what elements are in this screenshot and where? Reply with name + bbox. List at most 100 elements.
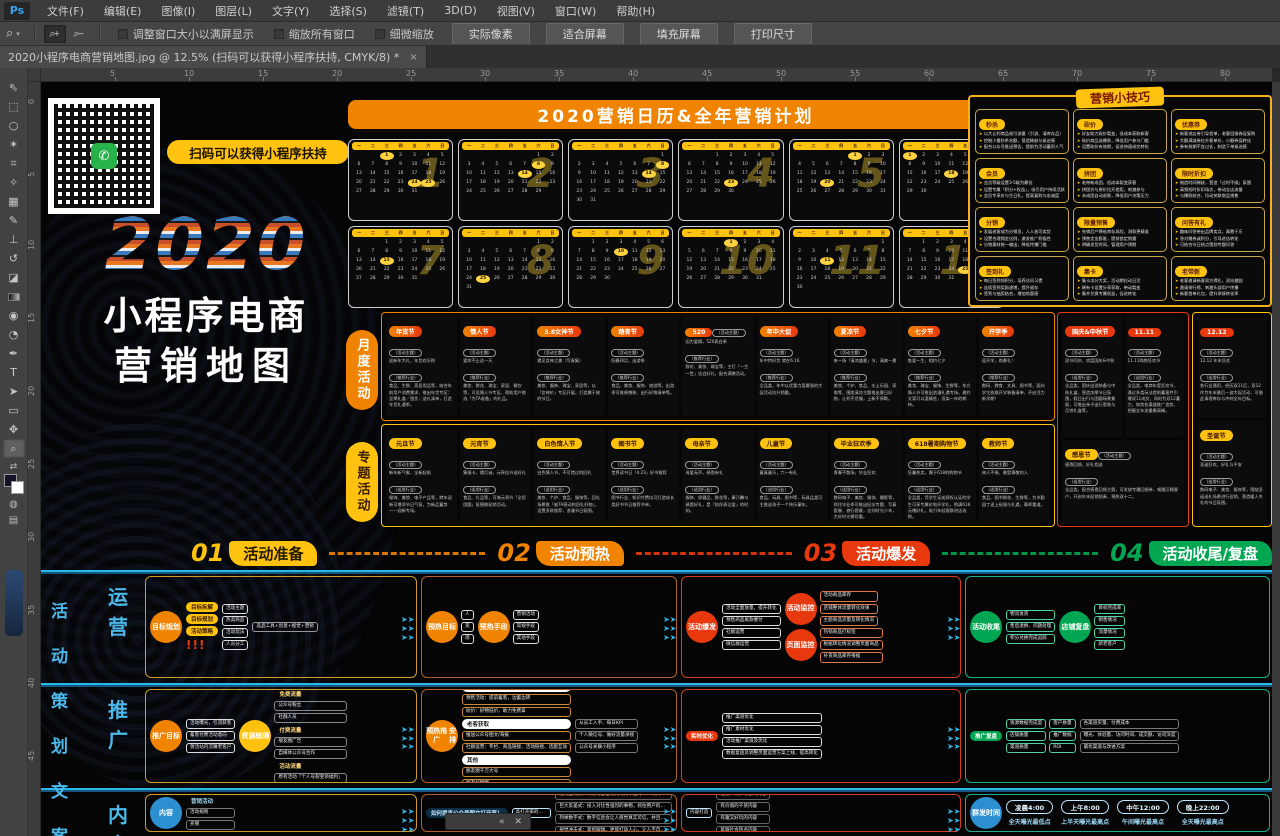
marquee-tool[interactable]: ⬚ <box>3 97 25 116</box>
operations-row: 运营目标规划目标拆解目标规划活动策略!!!活动主题热卖商品活动玩法人员分工选品工… <box>101 572 1272 682</box>
day-cell: 7 <box>903 248 917 256</box>
clone-stamp-tool[interactable]: ⊥ <box>3 230 25 249</box>
day-cell: 17 <box>738 170 752 178</box>
map-pill: 推广复盘 <box>970 731 1002 741</box>
menu-item-6[interactable]: 滤镜(T) <box>378 1 433 21</box>
quick-mask-icon[interactable]: ◍ <box>9 499 18 510</box>
canvas[interactable]: ✆ 扫码可以获得小程序扶持 2020 小程序电商 营销地图 2020营销日历&全… <box>41 82 1272 836</box>
activity-title: 教师节 <box>982 438 1015 449</box>
blank-day <box>600 152 614 160</box>
day-cell: 12 <box>682 257 696 265</box>
zoom-tool[interactable]: ⌕ <box>3 439 25 458</box>
lasso-tool[interactable]: ○ <box>3 116 25 135</box>
menu-item-2[interactable]: 图像(I) <box>152 1 204 21</box>
map-node: 场 <box>461 634 474 644</box>
pen-tool[interactable]: ✒ <box>3 344 25 363</box>
dodge-tool[interactable]: ◔ <box>3 325 25 344</box>
zoom-in-button[interactable]: ⌕+ <box>44 25 66 43</box>
map-group: 预热目标人货场 <box>426 610 474 645</box>
hand-tool[interactable]: ✥ <box>3 420 25 439</box>
option-button-1[interactable]: 适合屏幕 <box>546 23 624 45</box>
option-checkbox-1[interactable]: 缩放所有窗口 <box>274 26 355 42</box>
move-tool[interactable]: ⇖ <box>3 78 25 97</box>
zoom-out-button[interactable]: ⌕− <box>68 25 90 43</box>
swap-colors-icon[interactable]: ⇄ <box>10 462 18 472</box>
zoom-tool-preset[interactable]: ⌕▾ <box>0 26 26 41</box>
path-select-tool[interactable]: ➤ <box>3 382 25 401</box>
day-grid: 1234567891011121314151617181920212223242… <box>352 239 449 283</box>
day-cell: 28 <box>834 188 848 196</box>
menu-item-9[interactable]: 窗口(W) <box>546 1 605 21</box>
menu-item-8[interactable]: 视图(V) <box>488 1 544 21</box>
map-node: 热卖商品 <box>222 616 248 626</box>
history-brush-tool[interactable]: ↺ <box>3 249 25 268</box>
menu-item-5[interactable]: 选择(S) <box>320 1 376 21</box>
magic-wand-tool[interactable]: ✶ <box>3 135 25 154</box>
activity-card: 白色情人节（活动主题）白色情人节，不可错过的回礼（适用行业）美妆、个护、食品、服… <box>534 429 605 522</box>
screen-mode-icon[interactable]: ▤ <box>9 515 18 526</box>
day-cell: 17 <box>807 266 821 274</box>
option-checkbox-2[interactable]: 细微缩放 <box>375 26 434 42</box>
industry-text: 数码电子、美妆、服饰等，围绕圣诞送礼场景进行促销，营造暖人冬礼的节日氛围。 <box>1200 487 1264 506</box>
day-cell: 6 <box>682 161 696 169</box>
menu-item-7[interactable]: 3D(D) <box>435 2 486 19</box>
checkbox-icon <box>118 29 128 39</box>
collapse-button[interactable]: « <box>499 817 505 827</box>
day-cell: 12 <box>834 257 848 265</box>
crop-tool[interactable]: ⌗ <box>3 154 25 173</box>
map-node: 活动商品库存 <box>820 591 879 601</box>
weekday-row: 一二三四五六日 <box>682 142 779 150</box>
menu-item-1[interactable]: 编辑(E) <box>95 1 151 21</box>
day-cell: 5 <box>642 239 656 247</box>
eraser-tool[interactable]: ◪ <box>3 268 25 287</box>
day-cell: 2 <box>931 239 945 247</box>
day-cell: 21 <box>366 266 380 274</box>
eyedropper-tool[interactable]: ✧ <box>3 173 25 192</box>
side-label-char: 活 <box>51 597 68 622</box>
day-cell: 11 <box>628 248 642 256</box>
day-cell: 23 <box>738 266 752 274</box>
document-tab[interactable]: 2020小程序电商营销地图.jpg @ 12.5% (扫码可以获得小程序扶持, … <box>0 46 427 68</box>
day-cell: 10 <box>586 170 600 178</box>
menu-item-3[interactable]: 图层(L) <box>206 1 261 21</box>
day-cell: 16 <box>738 257 752 265</box>
time-cell: 凌晨4:00全天曝光最低点 <box>1006 800 1053 826</box>
option-button-2[interactable]: 填充屏幕 <box>640 23 718 45</box>
day-cell: 24 <box>876 179 890 187</box>
color-swatches[interactable] <box>4 474 24 494</box>
monthly-band-label: 月度活动 <box>346 330 378 410</box>
industry-label: （适用行业） <box>685 486 718 494</box>
day-cell: 4 <box>752 152 766 160</box>
option-button-3[interactable]: 打印尺寸 <box>734 23 812 45</box>
menu-item-4[interactable]: 文字(Y) <box>263 1 318 21</box>
map-node: 数据复盘及调整页面运营方案上线，提高转化 <box>722 749 822 759</box>
day-cell: 21 <box>710 266 724 274</box>
shape-tool[interactable]: ▭ <box>3 401 25 420</box>
close-tab-icon[interactable]: × <box>409 52 417 63</box>
blank-day <box>834 152 848 160</box>
day-cell: 10 <box>614 248 628 256</box>
background-color[interactable] <box>11 481 24 494</box>
gradient-tool[interactable] <box>3 287 25 306</box>
menu-item-10[interactable]: 帮助(H) <box>607 1 664 21</box>
industry-label: （推荐行业） <box>463 374 496 382</box>
day-cell: 11 <box>944 161 958 169</box>
option-checkbox-0[interactable]: 调整窗口大小以满屏显示 <box>118 26 254 42</box>
blank-day <box>490 239 504 247</box>
menu-item-0[interactable]: 文件(F) <box>38 1 93 21</box>
blur-tool[interactable]: ◉ <box>3 306 25 325</box>
map-node: ROI <box>1049 743 1075 753</box>
map-node-circle: 店铺复盘 <box>1059 611 1091 643</box>
healing-brush-tool[interactable]: ▦ <box>3 192 25 211</box>
day-cell: 21 <box>862 266 876 274</box>
activity-card: 图书节（活动主题）世界读书日「4.23」好书推荐（适用行业）图书行业、知识付费均… <box>608 429 679 522</box>
tick <box>189 77 190 81</box>
brush-tool[interactable]: ✎ <box>3 211 25 230</box>
theme-label: （活动主题） <box>1200 453 1233 461</box>
day-cell: 29 <box>532 188 546 196</box>
type-tool[interactable]: T <box>3 363 25 382</box>
day-cell: 3 <box>408 152 422 160</box>
close-button[interactable]: ✕ <box>514 817 522 827</box>
map-stack: 营销活动常规手段其他手段 <box>513 610 539 645</box>
option-button-0[interactable]: 实际像素 <box>452 23 530 45</box>
